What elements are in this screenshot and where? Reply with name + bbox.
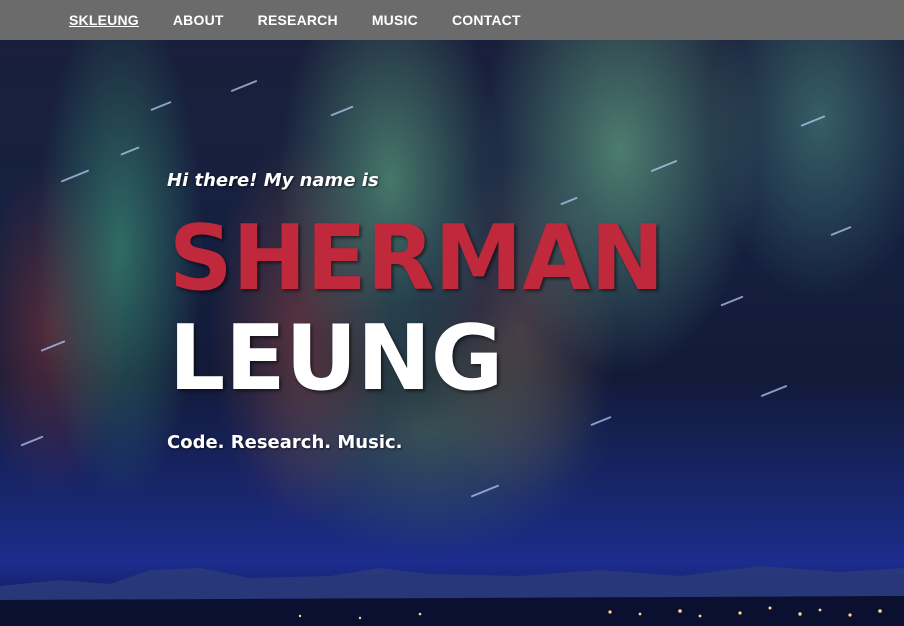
tagline-text: Code. Research. Music. — [167, 432, 403, 453]
top-navigation-bar: SKLEUNG ABOUT RESEARCH MUSIC CONTACT — [0, 0, 904, 40]
star-streak — [230, 79, 258, 93]
last-name-heading: LEUNG — [169, 306, 504, 411]
star-streak — [560, 196, 578, 206]
star-streak — [60, 169, 90, 183]
hero-section: Hi there! My name is SHERMAN LEUNG Code.… — [167, 170, 664, 453]
nav-link-contact[interactable]: CONTACT — [452, 12, 521, 28]
star-streak — [760, 384, 788, 398]
star-streak — [330, 105, 354, 117]
greeting-text: Hi there! My name is — [167, 170, 379, 191]
star-streak — [150, 100, 172, 112]
star-streak — [470, 484, 500, 498]
star-streak — [650, 159, 678, 173]
star-streak — [120, 146, 140, 156]
page: SKLEUNG ABOUT RESEARCH MUSIC CONTACT Hi … — [0, 0, 904, 626]
first-name-heading: SHERMAN — [169, 206, 665, 311]
star-streak — [720, 295, 744, 307]
star-streak — [20, 435, 44, 447]
nav-link-music[interactable]: MUSIC — [372, 12, 418, 28]
star-streak — [800, 115, 826, 127]
nav-link-skleung[interactable]: SKLEUNG — [69, 12, 139, 28]
star-streak — [590, 415, 612, 427]
star-streak — [40, 340, 66, 352]
mountain-horizon — [0, 566, 904, 626]
nav-link-research[interactable]: RESEARCH — [258, 12, 338, 28]
star-streak — [830, 225, 852, 237]
nav-link-about[interactable]: ABOUT — [173, 12, 224, 28]
